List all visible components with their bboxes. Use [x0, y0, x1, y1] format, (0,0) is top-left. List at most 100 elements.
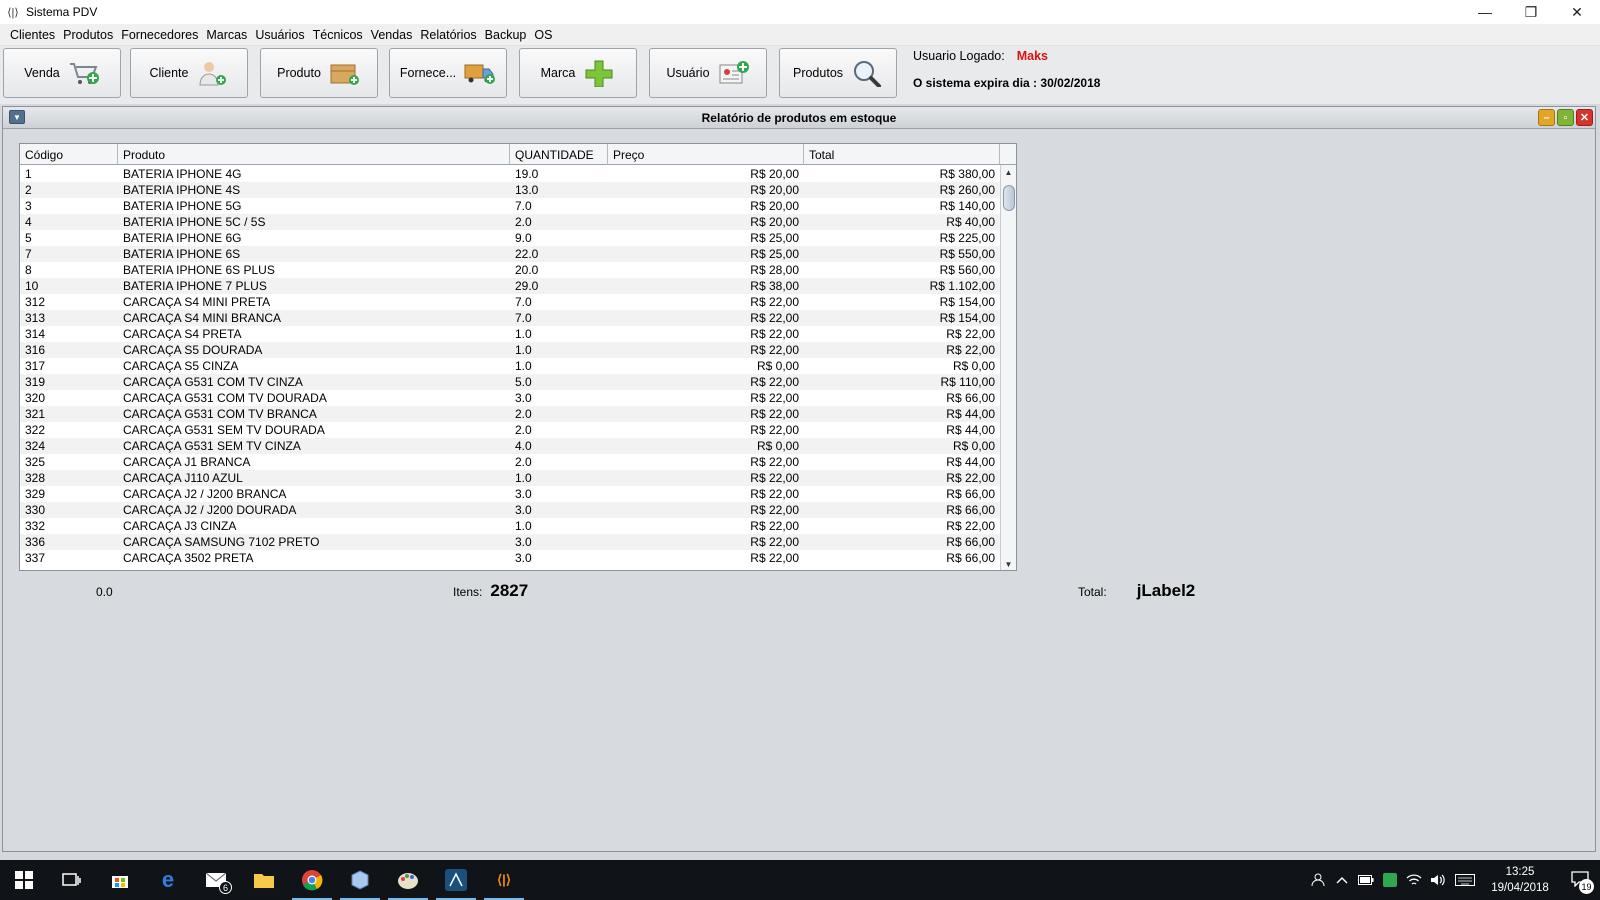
notification-badge: 19: [1579, 879, 1594, 894]
cell-quantidade: 19.0: [515, 167, 539, 181]
venda-button[interactable]: Venda: [3, 48, 121, 98]
cell-produto: BATERIA IPHONE 4G: [123, 167, 242, 181]
table-row[interactable]: 316 CARCAÇA S5 DOURADA 1.0 R$ 22,00 R$ 22,00: [20, 342, 1000, 358]
column-header-preco[interactable]: Preço: [608, 144, 804, 165]
cell-codigo: 337: [25, 551, 46, 565]
frame-maximize-button[interactable]: ▫: [1557, 109, 1574, 126]
menu-fornecedores[interactable]: Fornecedores: [117, 28, 202, 42]
table-row[interactable]: 325 CARCAÇA J1 BRANCA 2.0 R$ 22,00 R$ 44,00: [20, 454, 1000, 470]
menu-usuarios[interactable]: Usuários: [251, 28, 308, 42]
cell-preco: R$ 28,00: [750, 263, 799, 277]
produtos-search-button[interactable]: Produtos: [779, 48, 897, 98]
battery-icon[interactable]: [1354, 860, 1378, 900]
taskbar-clock[interactable]: 13:25 19/04/2018: [1480, 864, 1560, 896]
store-icon: [109, 869, 131, 891]
itens-value: 2827: [490, 581, 529, 600]
table-row[interactable]: 320 CARCAÇA G531 COM TV DOURADA 3.0 R$ 22,0…: [20, 390, 1000, 406]
table-row[interactable]: 336 CARCAÇA SAMSUNG 7102 PRETO 3.0 R$ 22,00…: [20, 534, 1000, 550]
restore-button[interactable]: ❐: [1508, 0, 1554, 24]
menu-tecnicos[interactable]: Técnicos: [309, 28, 367, 42]
frame-close-button[interactable]: ✕: [1576, 109, 1593, 126]
column-header-produto[interactable]: Produto: [118, 144, 510, 165]
cell-total: R$ 225,00: [939, 231, 995, 245]
edge-button[interactable]: e: [144, 860, 192, 900]
cell-quantidade: 2.0: [515, 455, 532, 469]
task-view-button[interactable]: [48, 860, 96, 900]
menu-bar: Clientes Produtos Fornecedores Marcas Us…: [0, 24, 1600, 46]
people-icon[interactable]: [1306, 860, 1330, 900]
marca-button[interactable]: Marca: [519, 48, 637, 98]
volume-icon[interactable]: [1426, 860, 1450, 900]
table-row[interactable]: 3 BATERIA IPHONE 5G 7.0 R$ 20,00 R$ 140,00: [20, 198, 1000, 214]
table-row[interactable]: 324 CARCAÇA G531 SEM TV CINZA 4.0 R$ 0,00 R$…: [20, 438, 1000, 454]
scrollbar-thumb[interactable]: [1003, 185, 1015, 211]
menu-clientes[interactable]: Clientes: [6, 28, 59, 42]
expiry-notice: O sistema expira dia : 30/02/2018: [913, 76, 1101, 90]
cell-quantidade: 2.0: [515, 423, 532, 437]
cliente-button[interactable]: Cliente: [130, 48, 248, 98]
menu-os[interactable]: OS: [530, 28, 556, 42]
green-app-tray-icon[interactable]: [1378, 860, 1402, 900]
menu-relatorios[interactable]: Relatórios: [416, 28, 480, 42]
table-row[interactable]: 2 BATERIA IPHONE 4S 13.0 R$ 20,00 R$ 260,00: [20, 182, 1000, 198]
cell-codigo: 10: [25, 279, 39, 293]
cell-produto: BATERIA IPHONE 7 PLUS: [123, 279, 267, 293]
table-vertical-scrollbar[interactable]: ▲ ▼: [1000, 165, 1016, 570]
table-row[interactable]: 321 CARCAÇA G531 COM TV BRANCA 2.0 R$ 22,00…: [20, 406, 1000, 422]
virtualbox-button[interactable]: [336, 860, 384, 900]
table-row[interactable]: 322 CARCAÇA G531 SEM TV DOURADA 2.0 R$ 22,0…: [20, 422, 1000, 438]
table-row[interactable]: 319 CARCAÇA G531 COM TV CINZA 5.0 R$ 22,00 R…: [20, 374, 1000, 390]
start-button[interactable]: [0, 860, 48, 900]
minimize-button[interactable]: —: [1462, 0, 1508, 24]
table-row[interactable]: 329 CARCAÇA J2 / J200 BRANCA 3.0 R$ 22,00 R$…: [20, 486, 1000, 502]
table-row[interactable]: 332 CARCAÇA J3 CINZA 1.0 R$ 22,00 R$ 22,00: [20, 518, 1000, 534]
column-header-codigo[interactable]: Código: [20, 144, 118, 165]
chrome-icon: [301, 869, 323, 891]
frame-minimize-button[interactable]: –: [1538, 109, 1555, 126]
cell-quantidade: 20.0: [515, 263, 539, 277]
table-header-corner: [999, 144, 1016, 165]
produto-button[interactable]: Produto: [260, 48, 378, 98]
products-table[interactable]: Código Produto QUANTIDADE Preço Total 1 B…: [19, 143, 1017, 571]
cell-codigo: 328: [25, 471, 46, 485]
cell-codigo: 2: [25, 183, 32, 197]
scroll-down-icon[interactable]: ▼: [1001, 557, 1016, 570]
store-button[interactable]: [96, 860, 144, 900]
table-body: 1 BATERIA IPHONE 4G 19.0 R$ 20,00 R$ 380,00 2…: [20, 166, 1000, 566]
scroll-up-icon[interactable]: ▲: [1001, 165, 1016, 179]
menu-vendas[interactable]: Vendas: [367, 28, 417, 42]
table-row[interactable]: 5 BATERIA IPHONE 6G 9.0 R$ 25,00 R$ 225,00: [20, 230, 1000, 246]
close-button[interactable]: ✕: [1554, 0, 1600, 24]
cell-total: R$ 44,00: [946, 423, 995, 437]
table-row[interactable]: 313 CARCAÇA S4 MINI BRANCA 7.0 R$ 22,00 R$ 1…: [20, 310, 1000, 326]
usuario-button[interactable]: Usuário: [649, 48, 767, 98]
column-header-quantidade[interactable]: QUANTIDADE: [510, 144, 608, 165]
fornecedor-button[interactable]: Fornece...: [389, 48, 507, 98]
menu-backup[interactable]: Backup: [481, 28, 531, 42]
chrome-button[interactable]: [288, 860, 336, 900]
chevron-up-icon[interactable]: [1330, 860, 1354, 900]
table-row[interactable]: 10 BATERIA IPHONE 7 PLUS 29.0 R$ 38,00 R$ 1.…: [20, 278, 1000, 294]
keyboard-icon[interactable]: [1450, 860, 1480, 900]
frame-menu-icon[interactable]: ▼: [9, 110, 25, 124]
menu-marcas[interactable]: Marcas: [202, 28, 251, 42]
mail-button[interactable]: 6: [192, 860, 240, 900]
java-app-button[interactable]: ⟨|⟩: [480, 860, 528, 900]
column-header-total[interactable]: Total: [804, 144, 1000, 165]
wifi-icon[interactable]: [1402, 860, 1426, 900]
table-row[interactable]: 330 CARCAÇA J2 / J200 DOURADA 3.0 R$ 22,00 R…: [20, 502, 1000, 518]
file-explorer-button[interactable]: [240, 860, 288, 900]
paint-button[interactable]: [384, 860, 432, 900]
menu-produtos[interactable]: Produtos: [59, 28, 117, 42]
action-center-button[interactable]: 19: [1560, 860, 1600, 900]
table-row[interactable]: 7 BATERIA IPHONE 6S 22.0 R$ 25,00 R$ 550,00: [20, 246, 1000, 262]
table-row[interactable]: 8 BATERIA IPHONE 6S PLUS 20.0 R$ 28,00 R$ 56…: [20, 262, 1000, 278]
table-row[interactable]: 312 CARCAÇA S4 MINI PRETA 7.0 R$ 22,00 R$ 15…: [20, 294, 1000, 310]
table-row[interactable]: 328 CARCAÇA J110 AZUL 1.0 R$ 22,00 R$ 22,00: [20, 470, 1000, 486]
table-row[interactable]: 337 CARCAÇA 3502 PRETA 3.0 R$ 22,00 R$ 66,00: [20, 550, 1000, 566]
table-row[interactable]: 314 CARCAÇA S4 PRETA 1.0 R$ 22,00 R$ 22,00: [20, 326, 1000, 342]
table-row[interactable]: 1 BATERIA IPHONE 4G 19.0 R$ 20,00 R$ 380,00: [20, 166, 1000, 182]
table-row[interactable]: 4 BATERIA IPHONE 5C / 5S 2.0 R$ 20,00 R$ 40,…: [20, 214, 1000, 230]
netbeans-button[interactable]: [432, 860, 480, 900]
table-row[interactable]: 317 CARCAÇA S5 CINZA 1.0 R$ 0,00 R$ 0,00: [20, 358, 1000, 374]
